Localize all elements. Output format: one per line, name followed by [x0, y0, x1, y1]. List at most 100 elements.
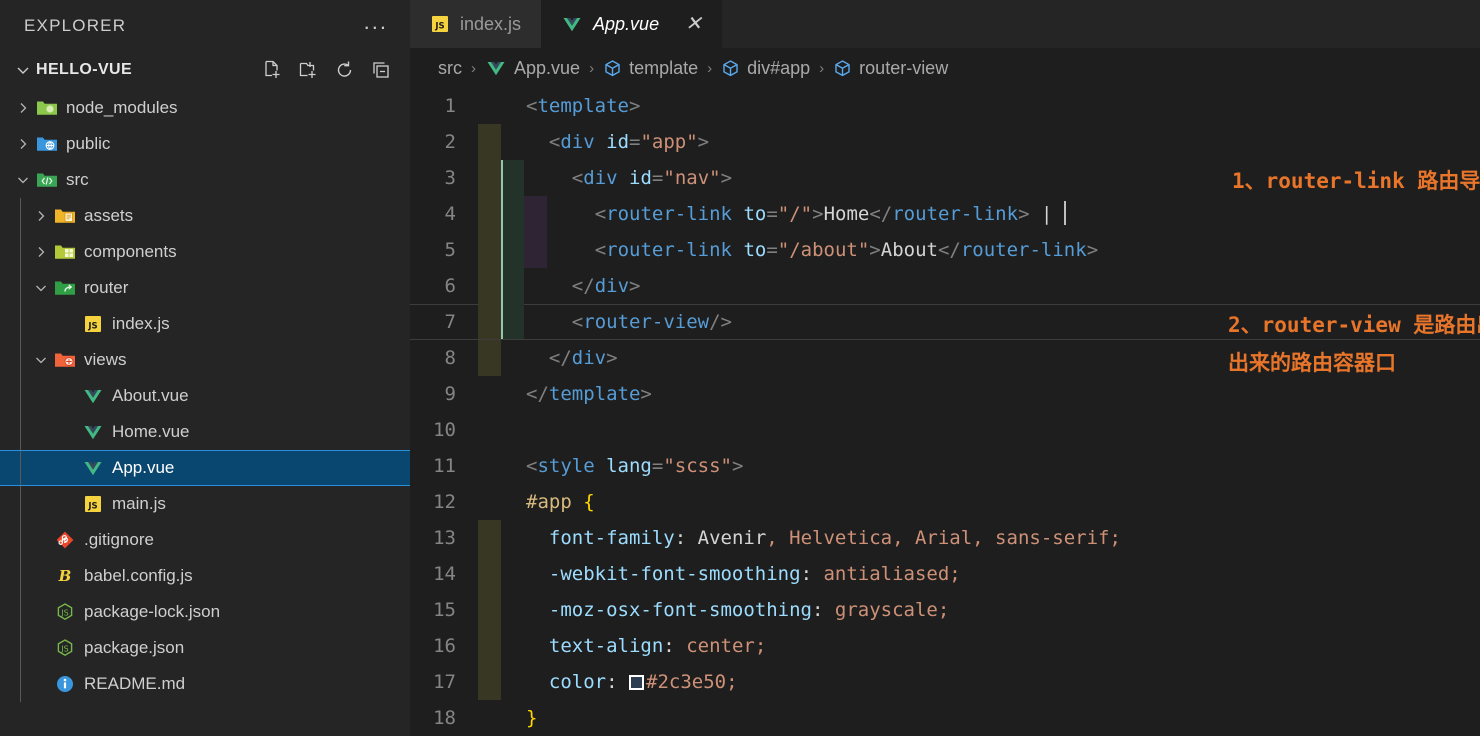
- svg-text:JS: JS: [60, 609, 68, 618]
- explorer-title: EXPLORER: [24, 16, 127, 35]
- line-number: 18: [433, 707, 456, 729]
- indent-guide: [500, 196, 524, 232]
- line-number: 10: [433, 419, 456, 441]
- indent-guide: [20, 594, 21, 630]
- folder-components-icon: [52, 242, 78, 262]
- line-number: 7: [444, 311, 456, 333]
- tree-item--gitignore[interactable]: .gitignore: [0, 522, 410, 558]
- tree-item-public[interactable]: public: [0, 126, 410, 162]
- line-number: 11: [433, 455, 456, 477]
- tree-item-home-vue[interactable]: Home.vue: [0, 414, 410, 450]
- indent-guide: [478, 556, 501, 592]
- workspace-folder-header[interactable]: HELLO-VUE: [0, 52, 410, 88]
- code-tokens: <router-view/>: [571, 311, 732, 333]
- tree-item-assets[interactable]: assets: [0, 198, 410, 234]
- tree-item-package-lock-json[interactable]: JS package-lock.json: [0, 594, 410, 630]
- chevron-down-icon: [34, 353, 48, 367]
- breadcrumb-item-div-app[interactable]: div#app: [721, 58, 810, 79]
- breadcrumb-item-src[interactable]: src: [438, 58, 462, 79]
- tree-item-app-vue[interactable]: App.vue: [0, 450, 410, 486]
- collapse-all-icon[interactable]: [370, 59, 392, 81]
- new-folder-icon[interactable]: [298, 59, 320, 81]
- js-file-icon: JS: [83, 494, 103, 514]
- code-line-text: #app {: [478, 484, 1480, 520]
- active-indent-guide: [500, 196, 503, 232]
- breadcrumb-label: router-view: [859, 57, 949, 78]
- tree-item-readme-md[interactable]: README.md: [0, 666, 410, 702]
- nodejs-file-icon: JS: [52, 602, 78, 622]
- breadcrumb-item-template[interactable]: template: [603, 58, 698, 79]
- code-lines: 1 <template> 2 <div id="app"> 3 <div id="nav"…: [410, 88, 1480, 736]
- indent-guide: [478, 160, 501, 196]
- tree-item-label: Home.vue: [112, 422, 190, 441]
- code-tokens: <div id="nav">: [571, 167, 733, 189]
- code-tokens: -moz-osx-font-smoothing: grayscale;: [548, 599, 950, 621]
- tree-item-node-modules[interactable]: node_modules: [0, 90, 410, 126]
- folder-src-icon: [36, 170, 58, 190]
- chevron-down-icon: [30, 281, 52, 295]
- tree-item-main-js[interactable]: JS main.js: [0, 486, 410, 522]
- code-tokens: <div id="app">: [548, 131, 710, 153]
- indent-guide: [478, 520, 501, 556]
- tree-item-views[interactable]: views: [0, 342, 410, 378]
- tree-item-index-js[interactable]: JS index.js: [0, 306, 410, 342]
- code-line-text: <style lang="scss">: [478, 448, 1480, 484]
- indent-guide: [500, 304, 524, 340]
- line-number: 15: [433, 599, 456, 621]
- vue-file-icon: [82, 386, 104, 406]
- code-line-text: <router-view/>: [478, 304, 1480, 340]
- tree-item-label: About.vue: [112, 386, 189, 405]
- chevron-right-icon: [34, 245, 48, 259]
- code-tokens: font-family: Avenir, Helvetica, Arial, s…: [548, 527, 1121, 549]
- new-file-icon[interactable]: [262, 59, 284, 81]
- vue-file-icon: [485, 58, 507, 78]
- tab-index-js[interactable]: JS index.js: [410, 0, 542, 48]
- breadcrumb-separator: ›: [589, 59, 595, 77]
- line-number: 1: [444, 95, 456, 117]
- active-indent-guide: [500, 304, 503, 340]
- indent-guide: [500, 232, 524, 268]
- tree-item-about-vue[interactable]: About.vue: [0, 378, 410, 414]
- tree-item-package-json[interactable]: JS package.json: [0, 630, 410, 666]
- folder-components-icon: [54, 242, 76, 262]
- code-tokens: #app {: [526, 491, 595, 513]
- vue-file-icon: [80, 458, 106, 478]
- indent-guide: [478, 268, 501, 304]
- babel-file-icon: B: [52, 566, 78, 586]
- code-tokens: <template>: [526, 95, 641, 117]
- indent-guide: [478, 628, 501, 664]
- tree-item-src[interactable]: src: [0, 162, 410, 198]
- indent-guide: [20, 486, 21, 522]
- code-line: 12 #app {: [410, 484, 1480, 520]
- tree-item-components[interactable]: components: [0, 234, 410, 270]
- code-line: 14 -webkit-font-smoothing: antialiased;: [410, 556, 1480, 592]
- svg-text:JS: JS: [60, 645, 68, 654]
- more-actions-icon[interactable]: ...: [364, 11, 388, 35]
- line-number: 2: [444, 131, 456, 153]
- code-line: 15 -moz-osx-font-smoothing: grayscale;: [410, 592, 1480, 628]
- close-icon[interactable]: ✕: [685, 14, 702, 34]
- tree-item-label: views: [84, 350, 127, 369]
- tree-item-router[interactable]: router: [0, 270, 410, 306]
- chevron-right-icon: [16, 101, 30, 115]
- info-file-icon: [55, 674, 75, 694]
- breadcrumb-item-router-view[interactable]: router-view: [833, 58, 948, 79]
- tree-item-label: package.json: [84, 638, 185, 657]
- refresh-icon[interactable]: [334, 59, 356, 81]
- indent-guide: [478, 592, 501, 628]
- svg-text:JS: JS: [87, 322, 97, 332]
- code-editor[interactable]: 1 <template> 2 <div id="app"> 3 <div id="nav"…: [410, 88, 1480, 736]
- chevron-down-icon: [12, 62, 34, 78]
- breadcrumb-item-app-vue[interactable]: App.vue: [485, 58, 580, 79]
- tree-item-babel-config-js[interactable]: Bbabel.config.js: [0, 558, 410, 594]
- tab-label: index.js: [460, 13, 522, 34]
- nodejs-file-icon: JS: [55, 638, 75, 658]
- tab-app-vue[interactable]: App.vue ✕: [541, 0, 722, 48]
- explorer-actions: [262, 59, 392, 81]
- chevron-right-icon: [30, 209, 52, 223]
- line-number: 4: [444, 203, 456, 225]
- symbol-cube-icon: [603, 59, 622, 78]
- tree-item-label: main.js: [112, 494, 166, 513]
- code-tokens: -webkit-font-smoothing: antialiased;: [548, 563, 961, 585]
- code-line-text: -moz-osx-font-smoothing: grayscale;: [478, 592, 1480, 628]
